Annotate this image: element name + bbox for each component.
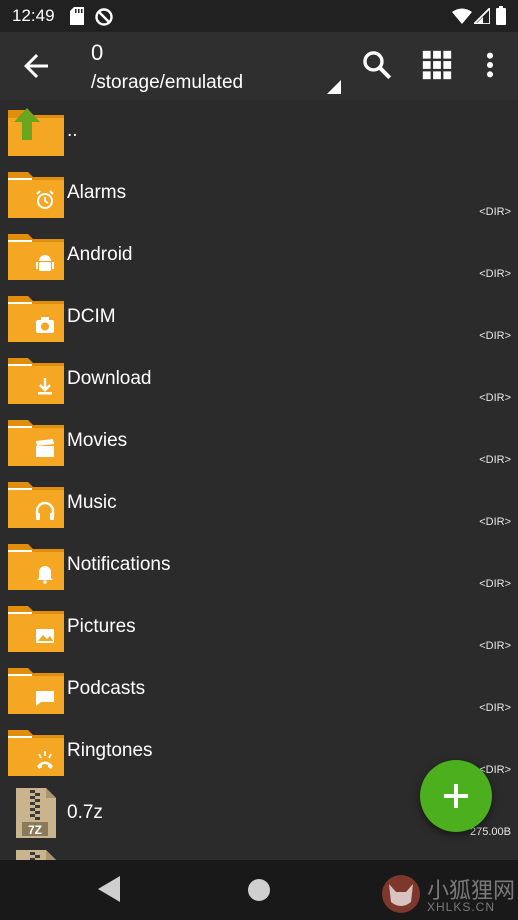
folder-icon (8, 544, 64, 590)
folder-icon (8, 606, 64, 652)
folder-icon (8, 730, 64, 776)
dir-label: <DIR> (479, 330, 511, 342)
row-icon-container (8, 292, 64, 342)
parent-folder-icon (8, 108, 64, 156)
signal-icon (474, 8, 490, 24)
status-bar: 12:49 (0, 0, 518, 32)
nav-home-icon[interactable] (248, 879, 270, 901)
row-icon-container: 7Z (8, 788, 64, 838)
folder-row[interactable]: DCIM <DIR> (0, 286, 518, 348)
row-icon-container (8, 416, 64, 466)
row-icon-container (8, 540, 64, 590)
parent-dir-row[interactable]: .. (0, 100, 518, 162)
file-name: Download (67, 368, 152, 389)
back-arrow-icon[interactable] (18, 48, 54, 84)
file-name: Ringtones (67, 740, 153, 761)
archive-7z-icon: 7Z (16, 788, 56, 838)
folder-row[interactable]: Movies <DIR> (0, 410, 518, 472)
dir-label: <DIR> (479, 454, 511, 466)
wifi-icon (452, 8, 472, 24)
file-name: Android (67, 244, 133, 265)
path-dropdown[interactable]: /storage/emulated (91, 72, 243, 94)
archive-7z-icon: 7Z (16, 850, 56, 860)
plus-icon (444, 784, 468, 808)
row-icon-container (8, 664, 64, 714)
svg-text:7Z: 7Z (28, 823, 42, 837)
folder-row[interactable]: Download <DIR> (0, 348, 518, 410)
row-icon-container (8, 602, 64, 652)
folder-row[interactable]: Podcasts <DIR> (0, 658, 518, 720)
watermark-subtext: XHLKS.CN (427, 900, 496, 914)
folder-icon (8, 358, 64, 404)
folder-icon (8, 420, 64, 466)
folder-icon (8, 234, 64, 280)
folder-icon (8, 668, 64, 714)
dir-label: <DIR> (479, 206, 511, 218)
file-name: 0.7z (67, 802, 103, 823)
folder-row[interactable]: Notifications <DIR> (0, 534, 518, 596)
dir-label: <DIR> (479, 702, 511, 714)
more-vert-icon[interactable] (476, 48, 504, 82)
dir-label: <DIR> (479, 640, 511, 652)
file-name: Alarms (67, 182, 127, 203)
row-icon-container (8, 354, 64, 404)
dir-label: <DIR> (479, 392, 511, 404)
dir-label: <DIR> (479, 268, 511, 280)
search-icon[interactable] (360, 48, 394, 82)
file-name: Notifications (67, 554, 171, 575)
add-fab-button[interactable] (420, 760, 492, 832)
file-name: DCIM (67, 306, 116, 327)
status-time: 12:49 (12, 6, 55, 25)
folder-icon (8, 296, 64, 342)
file-list: .. Alarms <DIR> Android <DIR> DCIM <DIR> Downlo… (0, 100, 518, 860)
row-icon-container (8, 230, 64, 280)
battery-icon (496, 6, 506, 25)
dir-label: <DIR> (479, 516, 511, 528)
folder-icon (8, 482, 64, 528)
grid-view-icon[interactable] (420, 48, 454, 82)
dropdown-corner-icon (327, 80, 341, 94)
nav-back-icon[interactable] (96, 874, 122, 904)
folder-icon (8, 172, 64, 218)
sync-disabled-icon (95, 8, 113, 26)
app-bar: 0 /storage/emulated (0, 32, 518, 100)
row-icon-container (8, 478, 64, 528)
dir-label: <DIR> (479, 578, 511, 590)
folder-row[interactable]: Android <DIR> (0, 224, 518, 286)
file-row[interactable]: 7Zlibusb-1.0.23.7z970.34KB (0, 844, 518, 860)
file-name: .. (67, 120, 78, 141)
sd-card-icon (70, 7, 84, 25)
row-icon-container: 7Z (8, 850, 64, 860)
row-icon-container (8, 726, 64, 776)
file-name: Music (67, 492, 117, 513)
file-name: Podcasts (67, 678, 146, 699)
file-name: Movies (67, 430, 128, 451)
folder-title: 0 (91, 40, 104, 65)
folder-row[interactable]: Alarms <DIR> (0, 162, 518, 224)
folder-row[interactable]: Music <DIR> (0, 472, 518, 534)
folder-row[interactable]: Pictures <DIR> (0, 596, 518, 658)
row-icon-container (8, 168, 64, 218)
file-name: Pictures (67, 616, 136, 637)
row-icon-container (8, 106, 64, 156)
